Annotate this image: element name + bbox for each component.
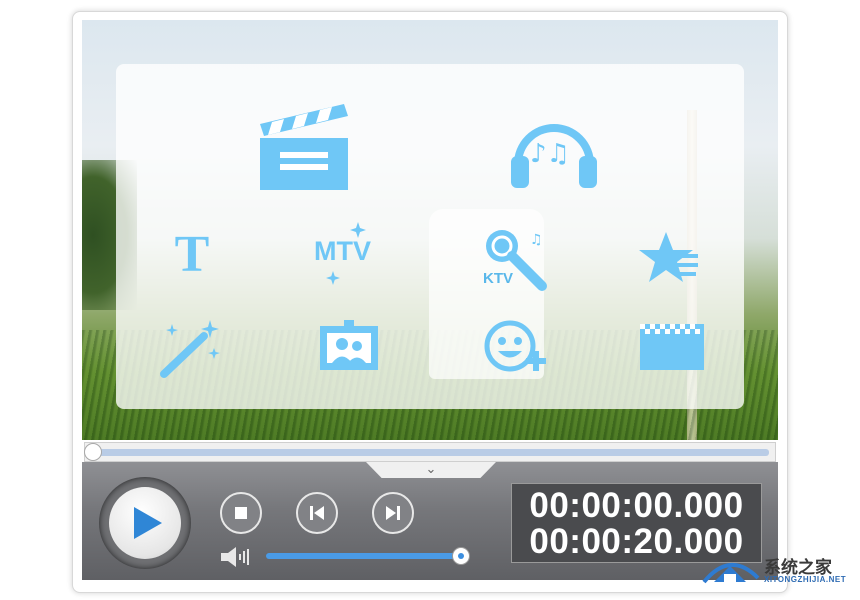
ktv-label: KTV	[483, 270, 513, 287]
previous-frame-button[interactable]	[296, 492, 338, 534]
add-sticker-icon[interactable]	[482, 318, 548, 380]
play-button[interactable]	[109, 487, 181, 559]
text-tool-icon[interactable]: T	[168, 228, 216, 282]
star-icon[interactable]	[638, 230, 700, 288]
watermark-logo-icon	[700, 552, 762, 590]
volume-icon[interactable]	[219, 545, 253, 574]
seek-track[interactable]	[99, 449, 769, 456]
time-display: 00:00:00.000 00:00:20.000	[511, 483, 762, 563]
volume-slider[interactable]	[266, 553, 462, 559]
svg-text:♪♫: ♪♫	[530, 139, 570, 169]
step-forward-icon	[386, 506, 400, 520]
stop-button[interactable]	[220, 492, 262, 534]
clapperboard-icon[interactable]	[258, 102, 350, 192]
sparkle-icon	[326, 270, 340, 286]
headphones-music-icon[interactable]: ♪♫	[508, 106, 600, 192]
mtv-tool-icon[interactable]: MTV	[314, 236, 371, 267]
chevron-down-icon[interactable]: ⌄	[422, 462, 440, 476]
watermark-url: XITONGZHIJIA.NET	[764, 575, 847, 584]
svg-text:♫: ♫	[530, 232, 543, 248]
volume-handle[interactable]	[452, 547, 470, 565]
seek-handle[interactable]	[84, 443, 102, 461]
play-icon	[134, 507, 162, 539]
current-time: 00:00:00.000	[529, 486, 744, 525]
photo-frame-icon[interactable]	[318, 320, 380, 372]
step-back-icon	[310, 506, 324, 520]
mosaic-filter-icon[interactable]	[640, 324, 704, 370]
stop-icon	[235, 507, 247, 519]
magic-wand-icon[interactable]	[158, 318, 224, 380]
next-frame-button[interactable]	[372, 492, 414, 534]
seek-bar[interactable]	[84, 442, 776, 462]
